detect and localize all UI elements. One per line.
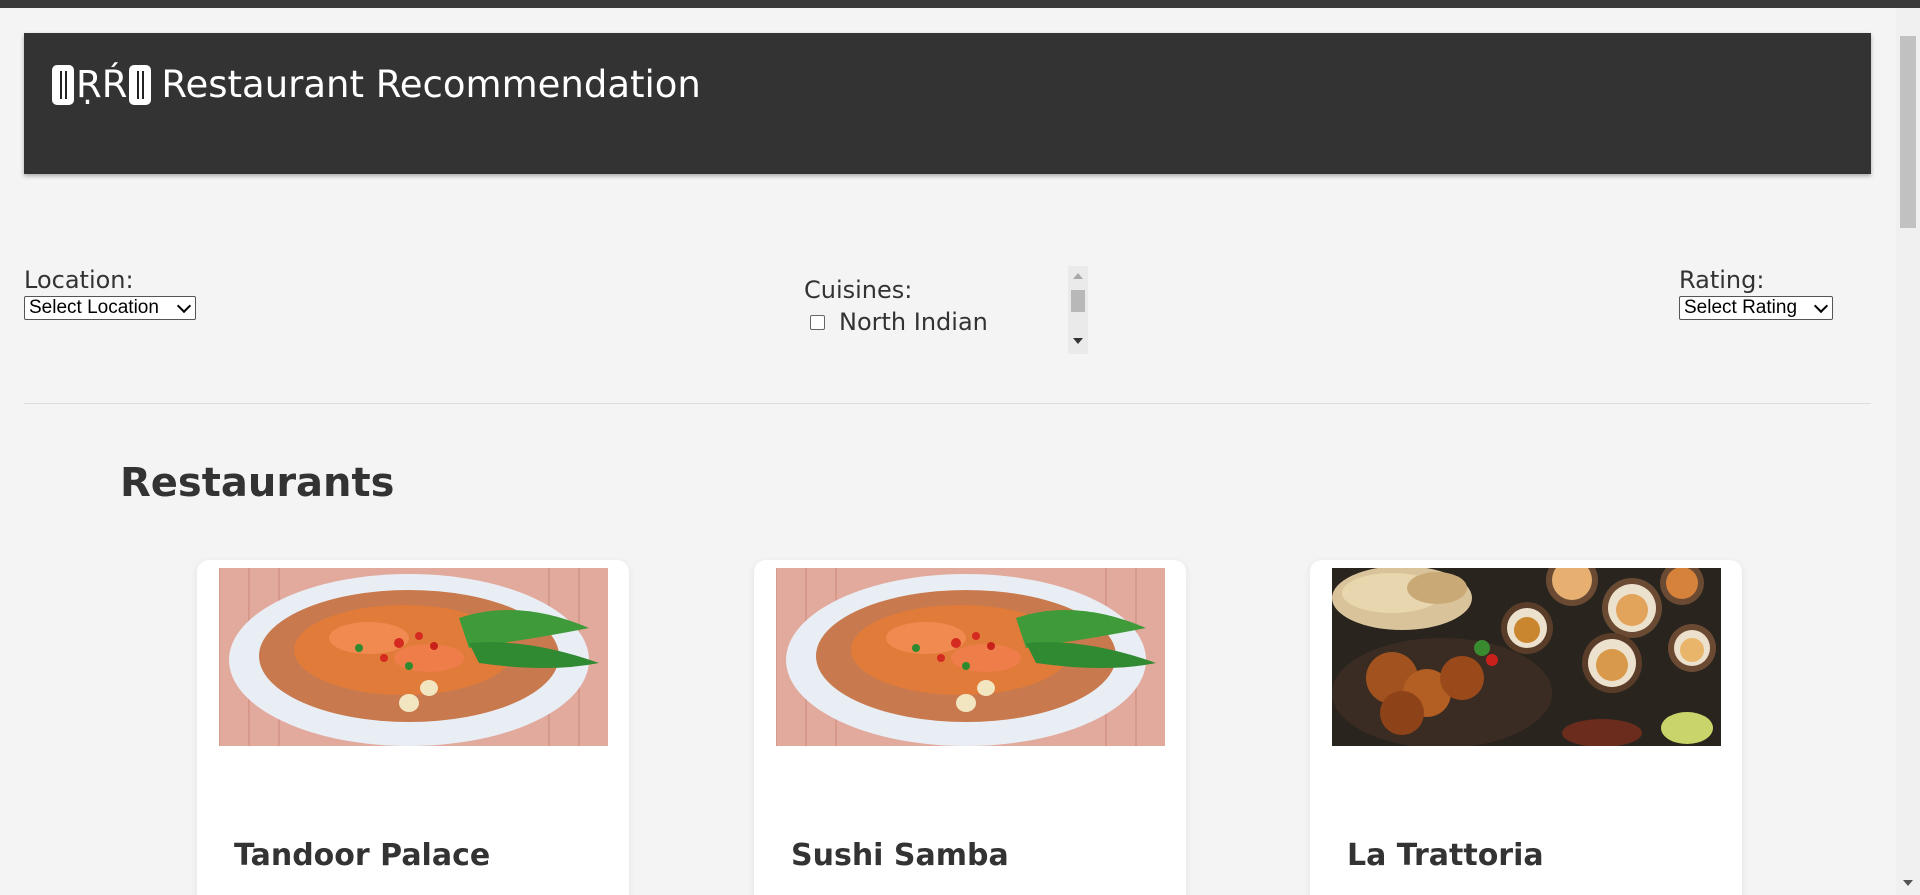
- noodle-soup-image: [219, 568, 608, 746]
- page-title: Restaurant Recommendation: [161, 63, 701, 106]
- restaurant-name[interactable]: Sushi Samba: [791, 838, 1009, 873]
- indian-food-image: [1332, 568, 1721, 746]
- fork-and-knife-icon: [52, 64, 74, 105]
- noodle-soup-image: [776, 568, 1165, 746]
- location-label: Location:: [24, 266, 134, 294]
- site-logo[interactable]: ṚŔ: [52, 63, 152, 106]
- restaurant-card[interactable]: La Trattoria: [1310, 560, 1742, 895]
- cuisine-list-scrollbar[interactable]: [1068, 266, 1088, 354]
- cuisine-filter: Cuisines: North Indian: [804, 266, 1114, 366]
- rating-select[interactable]: Select Rating: [1679, 296, 1833, 320]
- page-scrollbar[interactable]: [1896, 8, 1920, 895]
- location-select[interactable]: Select Location: [24, 296, 196, 320]
- scroll-down-arrow-icon[interactable]: [1903, 880, 1913, 886]
- browser-top-strip: [0, 0, 1920, 8]
- restaurant-name[interactable]: La Trattoria: [1347, 838, 1544, 873]
- location-filter: Location: Select Location: [24, 266, 196, 320]
- cuisine-checkbox[interactable]: [810, 314, 825, 330]
- header-title-row: ṚŔ Restaurant Recommendation: [52, 63, 701, 106]
- restaurant-image[interactable]: [219, 568, 608, 746]
- site-header: ṚŔ Restaurant Recommendation: [24, 33, 1871, 174]
- cuisine-option-label: North Indian: [839, 308, 988, 336]
- chevron-down-icon: [176, 298, 192, 313]
- page-scrollbar-thumb[interactable]: [1900, 36, 1916, 228]
- page: ṚŔ Restaurant Recommendation Location: S…: [0, 8, 1896, 895]
- rating-select-value: Select Rating: [1684, 297, 1798, 318]
- rating-label: Rating:: [1679, 266, 1765, 294]
- scroll-up-arrow-icon[interactable]: [1073, 273, 1083, 279]
- restaurant-card[interactable]: Tandoor Palace: [197, 560, 629, 895]
- section-title: Restaurants: [120, 460, 395, 506]
- restaurant-image[interactable]: [776, 568, 1165, 746]
- rating-filter: Rating: Select Rating: [1679, 266, 1833, 320]
- scrollbar-thumb[interactable]: [1071, 290, 1085, 312]
- logo-text: ṚŔ: [76, 63, 128, 106]
- restaurant-name[interactable]: Tandoor Palace: [234, 838, 490, 873]
- filters-bar: Location: Select Location Cuisines: Nort…: [24, 238, 1871, 388]
- divider: [24, 403, 1871, 404]
- chevron-down-icon: [1813, 298, 1829, 313]
- location-select-value: Select Location: [29, 297, 159, 318]
- fork-and-knife-icon: [129, 64, 152, 105]
- restaurant-image[interactable]: [1332, 568, 1721, 746]
- scroll-down-arrow-icon[interactable]: [1073, 338, 1083, 344]
- restaurant-card[interactable]: Sushi Samba: [754, 560, 1186, 895]
